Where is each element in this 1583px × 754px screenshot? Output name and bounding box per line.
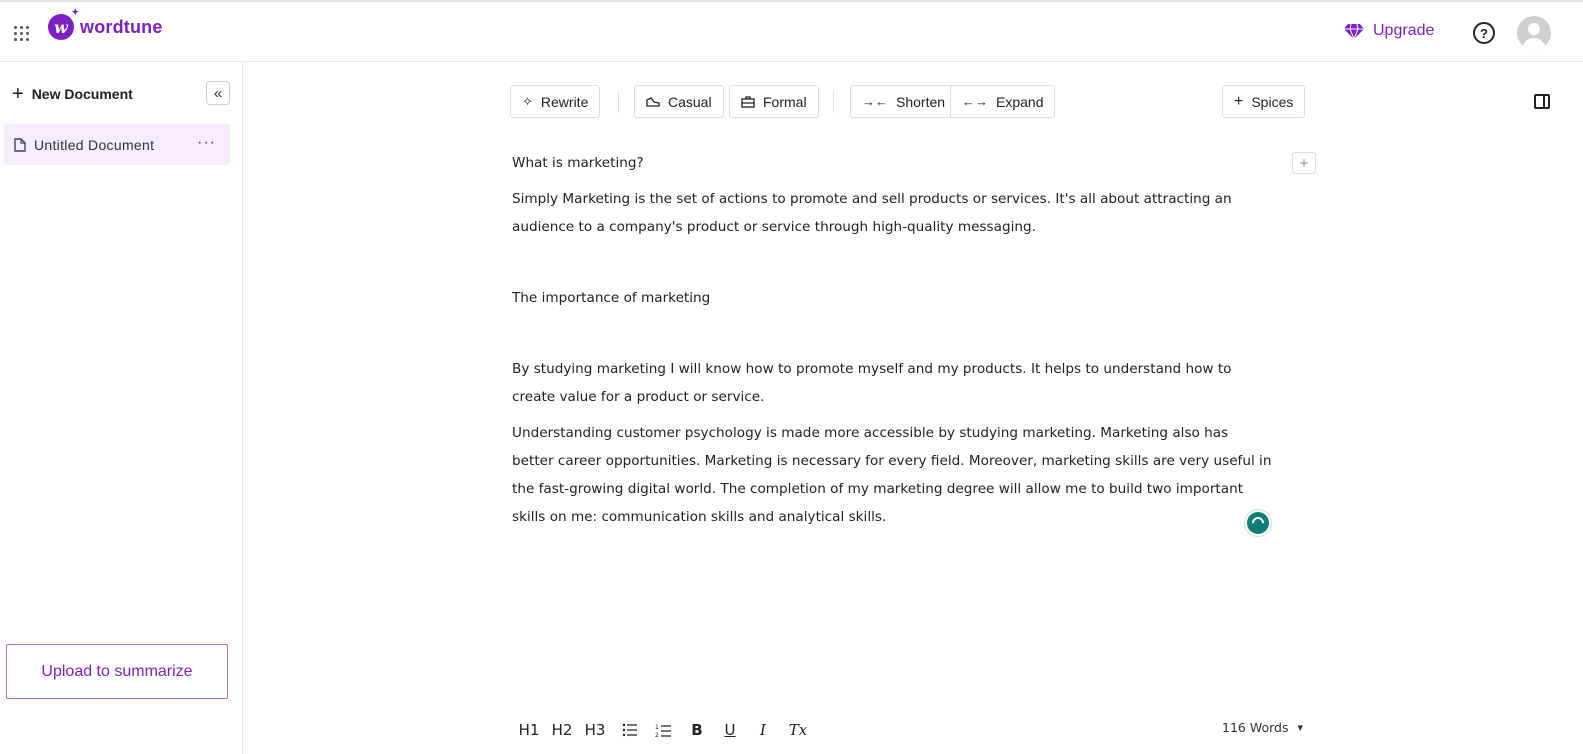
document-list-item[interactable]: Untitled Document ··· <box>4 124 230 165</box>
logo-text: wordtune <box>80 16 163 37</box>
document-paragraph[interactable]: By studying marketing I will know how to… <box>512 355 1272 411</box>
apps-grid-icon[interactable] <box>14 26 30 42</box>
upgrade-button[interactable]: Upgrade <box>1344 22 1434 40</box>
logo[interactable]: w wordtune <box>48 8 163 40</box>
collapse-sidebar-button[interactable]: « <box>206 81 230 105</box>
word-count-dropdown[interactable]: 116 Words ▾ <box>1222 720 1303 735</box>
avatar-body-icon <box>1522 38 1546 50</box>
document-icon <box>14 137 26 152</box>
expand-label: Expand <box>996 93 1044 110</box>
wordtune-logo-icon: w <box>48 8 79 40</box>
avatar-head-icon <box>1528 23 1540 35</box>
plus-icon: + <box>12 83 24 105</box>
formal-label: Formal <box>763 93 807 110</box>
document-paragraph[interactable]: The importance of marketing <box>512 284 1272 312</box>
shorten-button[interactable]: →← Shorten <box>850 85 958 118</box>
italic-button[interactable]: I <box>753 718 773 742</box>
heading-3-button[interactable]: H3 <box>584 718 606 742</box>
help-icon[interactable]: ? <box>1473 22 1495 44</box>
spices-label: Spices <box>1251 93 1294 110</box>
rewrite-label: Rewrite <box>540 93 589 110</box>
writing-assistant-icon[interactable] <box>1244 509 1272 537</box>
assistant-status-icon <box>1247 512 1269 534</box>
expand-arrows-icon: ←→ <box>962 94 988 109</box>
spices-button[interactable]: + Spices <box>1222 85 1306 118</box>
casual-label: Casual <box>668 93 712 110</box>
sparkle-icon: ✧ <box>522 93 533 109</box>
new-document-button[interactable]: + New Document <box>12 84 133 104</box>
document-paragraph[interactable]: Simply Marketing is the set of actions t… <box>512 185 1272 241</box>
upload-to-summarize-button[interactable]: Upload to summarize <box>6 644 228 699</box>
shorten-arrows-icon: →← <box>862 94 888 109</box>
svg-text:2: 2 <box>655 732 659 738</box>
formal-button[interactable]: Formal <box>729 85 819 118</box>
word-count-label: 116 Words <box>1222 720 1289 735</box>
bullet-list-icon[interactable] <box>620 718 640 742</box>
top-bar: w wordtune Upgrade ? <box>0 0 1583 62</box>
avatar[interactable] <box>1517 16 1551 50</box>
expand-button[interactable]: ←→ Expand <box>950 85 1056 118</box>
toolbar-divider <box>618 91 619 113</box>
heading-2-button[interactable]: H2 <box>551 718 573 742</box>
side-panel-toggle-icon[interactable] <box>1534 94 1550 109</box>
sidebar: + New Document « Untitled Document ··· U… <box>0 62 243 754</box>
document-paragraph[interactable]: Understanding customer psychology is mad… <box>512 419 1272 531</box>
upgrade-label: Upgrade <box>1373 22 1435 39</box>
clear-formatting-button[interactable]: Tx <box>787 718 809 742</box>
toolbar-divider <box>833 91 834 113</box>
document-paragraph[interactable]: What is marketing? <box>512 149 1272 177</box>
sneaker-icon <box>646 96 660 107</box>
heading-1-button[interactable]: H1 <box>518 718 540 742</box>
svg-text:1: 1 <box>655 724 659 731</box>
plus-icon: + <box>1234 92 1244 110</box>
numbered-list-icon[interactable]: 12 <box>653 718 673 742</box>
bold-button[interactable]: B <box>687 718 707 742</box>
briefcase-icon <box>741 95 755 108</box>
diamond-icon <box>1344 23 1364 39</box>
shorten-label: Shorten <box>896 93 946 110</box>
document-title: Untitled Document <box>34 136 155 153</box>
more-options-icon[interactable]: ··· <box>197 134 216 152</box>
new-document-label: New Document <box>31 86 133 102</box>
rewrite-button[interactable]: ✧ Rewrite <box>510 85 601 118</box>
add-block-button[interactable]: + <box>1292 152 1316 174</box>
underline-button[interactable]: U <box>720 718 740 742</box>
chevron-down-icon: ▾ <box>1297 721 1304 734</box>
casual-button[interactable]: Casual <box>634 85 724 118</box>
